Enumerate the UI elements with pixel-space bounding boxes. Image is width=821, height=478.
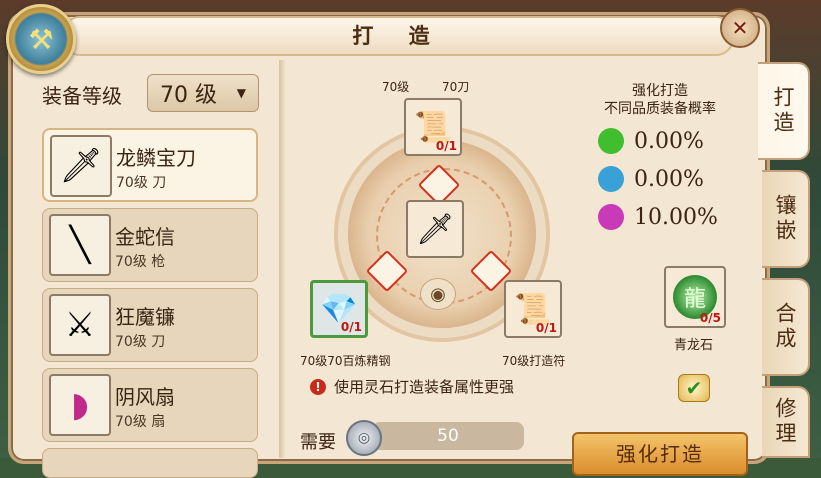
blade-icon: 🗡	[415, 211, 455, 247]
tab-combine[interactable]: 合成	[762, 278, 810, 376]
rate-row: 0.00%	[598, 166, 704, 192]
checkmark-icon: ✔	[685, 376, 703, 400]
equipment-level-type: 70级 扇	[115, 414, 166, 430]
rate-value: 0.00%	[634, 166, 704, 192]
green-quality-dot	[598, 128, 624, 154]
equipment-level-type: 70级 刀	[116, 175, 167, 191]
tab-repair[interactable]: 修理	[762, 386, 810, 458]
dropdown-arrow-icon: ▼	[236, 86, 246, 100]
close-icon: ✕	[731, 16, 749, 40]
preview-eye-icon[interactable]: ◉	[420, 278, 456, 310]
cost-value: 50	[372, 422, 524, 450]
rate-row: 10.00%	[598, 204, 718, 230]
blade-icon: 🗡	[50, 135, 112, 197]
equipment-item[interactable]: ◗ 阴风扇 70级 扇	[42, 368, 258, 442]
forge-talisman-label: 70级打造符	[502, 354, 566, 368]
rate-title: 强化打造 不同品质装备概率	[590, 82, 730, 118]
rate-title-line2: 不同品质装备概率	[604, 101, 716, 117]
rate-value: 10.00%	[634, 204, 718, 230]
equipment-item[interactable]: 🗡 龙鳞宝刀 70级 刀	[42, 128, 258, 202]
target-equipment-slot[interactable]: 🗡	[406, 200, 464, 258]
forge-area: 70级 70刀 📜 0/1 🗡 ◉ 💎 0/1 📜 0/1 70级70百炼精钢 …	[290, 58, 760, 476]
equipment-level-type: 70级 枪	[115, 254, 166, 270]
slot-count: 0/1	[340, 320, 362, 334]
use-stone-checkbox[interactable]: ✔	[678, 374, 710, 402]
recipe-level-label: 70级	[382, 80, 410, 94]
equipment-name: 金蛇信	[115, 225, 175, 249]
slot-count: 0/5	[699, 311, 721, 325]
rate-row: 0.00%	[598, 128, 704, 154]
blue-quality-dot	[598, 166, 624, 192]
window-title: 打 造	[62, 16, 734, 56]
forge-talisman-slot[interactable]: 📜 0/1	[504, 280, 562, 338]
slot-count: 0/1	[435, 139, 457, 153]
fan-icon: ◗	[49, 374, 111, 436]
recipe-scroll-slot[interactable]: 📜 0/1	[404, 98, 462, 156]
warning-icon: !	[310, 378, 326, 395]
equipment-list-panel: 装备等级 70 级 ▼ 🗡 龙鳞宝刀 70级 刀 ╲ 金蛇信 70级 枪 ⚔ 狂…	[30, 60, 274, 478]
scythe-icon: ⚔	[49, 294, 111, 356]
tab-forge[interactable]: 打造	[758, 62, 810, 160]
level-select[interactable]: 70 级 ▼	[147, 74, 259, 112]
slot-count: 0/1	[535, 321, 557, 335]
hint-note: ! 使用灵石打造装备属性更强	[310, 376, 514, 397]
spear-icon: ╲	[49, 214, 111, 276]
equipment-level-type: 70级 刀	[115, 334, 166, 350]
cost-label: 需要	[300, 432, 336, 453]
level-label: 装备等级	[42, 84, 122, 108]
silver-coin-icon: ◎	[346, 420, 382, 456]
close-button[interactable]: ✕	[720, 8, 760, 48]
dragon-stone-slot[interactable]: 龍 0/5	[664, 266, 726, 328]
equipment-name: 阴风扇	[115, 385, 175, 409]
material-steel-label: 70级70百炼精钢	[300, 354, 391, 368]
material-steel-slot[interactable]: 💎 0/1	[310, 280, 368, 338]
rate-title-line1: 强化打造	[632, 83, 688, 99]
rate-value: 0.00%	[634, 128, 704, 154]
equipment-item[interactable]: ⚔ 狂魔镰 70级 刀	[42, 288, 258, 362]
hint-text: 使用灵石打造装备属性更强	[334, 378, 515, 396]
level-select-value: 70 级	[160, 83, 217, 108]
tab-inlay[interactable]: 镶嵌	[762, 170, 810, 268]
purple-quality-dot	[598, 204, 624, 230]
panel-divider	[279, 60, 285, 458]
recipe-type-label: 70刀	[442, 80, 470, 94]
dragon-stone-label: 青龙石	[674, 338, 714, 353]
equipment-name: 龙鳞宝刀	[116, 146, 196, 170]
equipment-item[interactable]	[42, 448, 258, 478]
equipment-item[interactable]: ╲ 金蛇信 70级 枪	[42, 208, 258, 282]
strengthen-forge-button[interactable]: 强化打造	[572, 432, 748, 476]
equipment-name: 狂魔镰	[115, 305, 175, 329]
